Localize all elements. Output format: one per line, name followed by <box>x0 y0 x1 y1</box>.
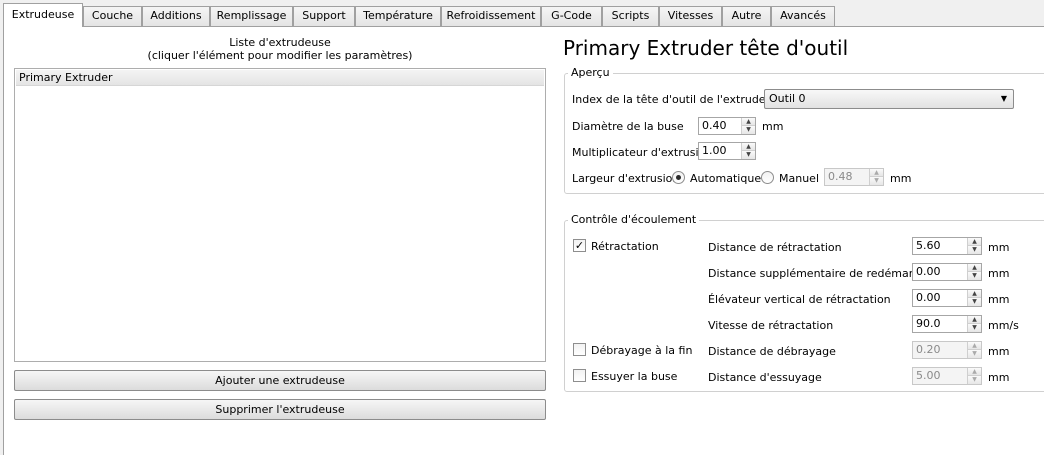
z-lift-stepper[interactable]: 0.00 ▲ ▼ <box>912 289 982 307</box>
tab-refroidissement[interactable]: Refroidissement <box>441 6 541 26</box>
spin-arrows: ▲ ▼ <box>967 238 981 254</box>
z-lift-unit: mm <box>988 293 1010 306</box>
nozzle-diameter-label: Diamètre de la buse <box>572 120 684 133</box>
spin-up-icon[interactable]: ▲ <box>870 169 883 177</box>
extrusion-multiplier-stepper[interactable]: 1.00 ▲ ▼ <box>698 142 756 160</box>
radio-dot <box>676 175 681 180</box>
tab-bar: Extrudeuse Couche Additions Remplissage … <box>0 0 1044 27</box>
coast-distance-stepper[interactable]: 0.20 ▲ ▼ <box>912 341 982 359</box>
tab-support[interactable]: Support <box>293 6 355 26</box>
wipe-distance-value: 5.00 <box>916 369 941 382</box>
spin-down-icon[interactable]: ▼ <box>870 177 883 185</box>
tool-index-label: Index de la tête d'outil de l'extrudeuse <box>572 93 786 106</box>
chevron-down-icon: ▼ <box>1000 94 1007 103</box>
width-manual-label: Manuel <box>779 172 819 185</box>
extruder-list[interactable]: Primary Extruder <box>14 68 546 362</box>
spin-up-icon[interactable]: ▲ <box>968 368 981 376</box>
page-title: Primary Extruder tête d'outil <box>563 36 849 60</box>
retract-speed-value: 90.0 <box>916 317 941 330</box>
tab-avances[interactable]: Avancés <box>771 6 835 26</box>
spin-arrows: ▲ ▼ <box>967 290 981 306</box>
manual-width-stepper[interactable]: 0.48 ▲ ▼ <box>824 168 884 186</box>
spin-arrows: ▲ ▼ <box>967 264 981 280</box>
tab-vitesses[interactable]: Vitesses <box>659 6 722 26</box>
extrusion-multiplier-value: 1.00 <box>702 144 727 157</box>
tab-remplissage[interactable]: Remplissage <box>210 6 293 26</box>
tab-extrudeuse[interactable]: Extrudeuse <box>3 3 83 27</box>
tab-couche[interactable]: Couche <box>83 6 142 26</box>
tab-scripts[interactable]: Scripts <box>602 6 659 26</box>
extra-restart-label: Distance supplémentaire de redémarrage <box>708 267 939 280</box>
add-extruder-button[interactable]: Ajouter une extrudeuse <box>14 370 546 391</box>
spin-arrows: ▲ ▼ <box>967 368 981 384</box>
wipe-checkbox[interactable] <box>573 369 586 382</box>
tool-index-value: Outil 0 <box>769 92 806 105</box>
spin-up-icon[interactable]: ▲ <box>968 290 981 298</box>
retract-distance-value: 5.60 <box>916 239 941 252</box>
width-auto-radio[interactable] <box>672 171 685 184</box>
extra-restart-value: 0.00 <box>916 265 941 278</box>
spin-down-icon[interactable]: ▼ <box>968 298 981 306</box>
spin-down-icon[interactable]: ▼ <box>968 272 981 280</box>
list-item[interactable]: Primary Extruder <box>16 70 544 86</box>
coast-distance-value: 0.20 <box>916 343 941 356</box>
wipe-distance-unit: mm <box>988 371 1010 384</box>
retract-distance-stepper[interactable]: 5.60 ▲ ▼ <box>912 237 982 255</box>
retract-speed-stepper[interactable]: 90.0 ▲ ▼ <box>912 315 982 333</box>
extra-restart-stepper[interactable]: 0.00 ▲ ▼ <box>912 263 982 281</box>
wipe-label: Essuyer la buse <box>591 370 678 383</box>
tool-index-select[interactable]: Outil 0 ▼ <box>764 89 1014 109</box>
retract-speed-unit: mm/s <box>988 319 1019 332</box>
spin-arrows: ▲ ▼ <box>741 118 755 134</box>
tab-autre[interactable]: Autre <box>722 6 771 26</box>
spin-up-icon[interactable]: ▲ <box>968 264 981 272</box>
spin-arrows: ▲ ▼ <box>869 169 883 185</box>
z-lift-label: Élévateur vertical de rétractation <box>708 293 891 306</box>
retract-speed-label: Vitesse de rétractation <box>708 319 834 332</box>
manual-width-value: 0.48 <box>828 170 853 183</box>
spin-up-icon[interactable]: ▲ <box>742 118 755 126</box>
retract-distance-label: Distance de rétractation <box>708 241 842 254</box>
wipe-distance-stepper[interactable]: 5.00 ▲ ▼ <box>912 367 982 385</box>
spin-down-icon[interactable]: ▼ <box>968 246 981 254</box>
wipe-distance-label: Distance d'essuyage <box>708 371 822 384</box>
spin-down-icon[interactable]: ▼ <box>968 350 981 358</box>
extra-restart-unit: mm <box>988 267 1010 280</box>
z-lift-value: 0.00 <box>916 291 941 304</box>
coast-distance-unit: mm <box>988 345 1010 358</box>
spin-down-icon[interactable]: ▼ <box>968 324 981 332</box>
spin-down-icon[interactable]: ▼ <box>742 126 755 134</box>
spin-up-icon[interactable]: ▲ <box>968 342 981 350</box>
list-caption-title: Liste d'extrudeuse <box>229 36 331 49</box>
coast-checkbox[interactable] <box>573 343 586 356</box>
nozzle-diameter-value: 0.40 <box>702 119 727 132</box>
remove-extruder-button[interactable]: Supprimer l'extrudeuse <box>14 399 546 420</box>
retraction-label: Rétractation <box>591 240 659 253</box>
width-unit: mm <box>890 172 912 185</box>
flow-control-legend: Contrôle d'écoulement <box>568 213 700 226</box>
apercu-legend: Aperçu <box>568 66 613 79</box>
nozzle-unit: mm <box>762 120 784 133</box>
list-caption-hint: (cliquer l'élément pour modifier les par… <box>147 49 413 62</box>
width-auto-label: Automatique <box>690 172 762 185</box>
width-manual-radio[interactable] <box>761 171 774 184</box>
spin-arrows: ▲ ▼ <box>967 316 981 332</box>
spin-up-icon[interactable]: ▲ <box>968 316 981 324</box>
extrusion-width-label: Largeur d'extrusion <box>572 172 680 185</box>
coast-distance-label: Distance de débrayage <box>708 345 836 358</box>
spin-up-icon[interactable]: ▲ <box>968 238 981 246</box>
tab-temperature[interactable]: Température <box>355 6 441 26</box>
coast-label: Débrayage à la fin <box>591 344 693 357</box>
spin-arrows: ▲ ▼ <box>741 143 755 159</box>
nozzle-diameter-stepper[interactable]: 0.40 ▲ ▼ <box>698 117 756 135</box>
tab-gcode[interactable]: G-Code <box>541 6 602 26</box>
spin-down-icon[interactable]: ▼ <box>968 376 981 384</box>
extrusion-multiplier-label: Multiplicateur d'extrusion <box>572 146 713 159</box>
spin-up-icon[interactable]: ▲ <box>742 143 755 151</box>
spin-arrows: ▲ ▼ <box>967 342 981 358</box>
retraction-checkbox[interactable]: ✓ <box>573 239 586 252</box>
tab-additions[interactable]: Additions <box>142 6 210 26</box>
spin-down-icon[interactable]: ▼ <box>742 151 755 159</box>
retract-distance-unit: mm <box>988 241 1010 254</box>
